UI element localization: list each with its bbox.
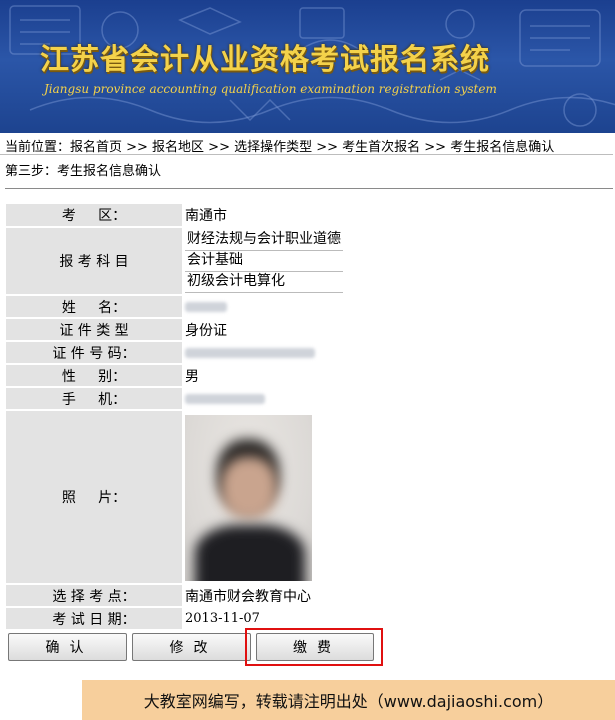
exam-site-label: 选 择 考 点：	[6, 585, 182, 606]
step-title: 第三步：考生报名信息确认	[5, 164, 162, 179]
id-number-label: 证 件 号 码：	[6, 342, 182, 363]
confirm-button[interactable]: 确认	[8, 633, 127, 661]
registration-info-table: 考 区： 南通市 报 考 科 目 财经法规与会计职业道德 会计基础 初级会计电算…	[6, 204, 613, 631]
exam-site-value: 南通市财会教育中心	[182, 585, 613, 606]
name-label: 姓 名：	[6, 296, 182, 317]
phone-label: 手 机：	[6, 388, 182, 409]
subjects-label: 报 考 科 目	[6, 228, 182, 294]
area-value: 南通市	[182, 204, 613, 226]
row-subjects: 报 考 科 目 财经法规与会计职业道德 会计基础 初级会计电算化	[6, 228, 613, 294]
subject-item: 初级会计电算化	[185, 272, 343, 293]
row-id-type: 证 件 类 型 身份证	[6, 319, 613, 340]
id-number-value-redacted	[182, 342, 613, 363]
row-phone: 手 机：	[6, 388, 613, 409]
id-type-label: 证 件 类 型	[6, 319, 182, 340]
modify-button[interactable]: 修改	[132, 633, 251, 661]
id-type-value: 身份证	[182, 319, 613, 340]
exam-date-value: 2013-11-07	[182, 608, 613, 629]
row-name: 姓 名：	[6, 296, 613, 317]
pay-highlight-box	[245, 628, 383, 666]
gender-label: 性 别：	[6, 365, 182, 386]
row-exam-date: 考 试 日 期： 2013-11-07	[6, 608, 613, 629]
subjects-list: 财经法规与会计职业道德 会计基础 初级会计电算化	[182, 228, 613, 294]
area-label: 考 区：	[6, 204, 182, 226]
header-banner: 江苏省会计从业资格考试报名系统 Jiangsu province account…	[0, 0, 615, 133]
breadcrumb: 当前位置：报名首页 >> 报名地区 >> 选择操作类型 >> 考生首次报名 >>…	[5, 140, 555, 155]
breadcrumb-divider	[0, 154, 613, 155]
photo-label: 照 片：	[6, 411, 182, 583]
step-divider	[5, 188, 613, 189]
subject-item: 财经法规与会计职业道德	[185, 230, 343, 251]
banner-title: 江苏省会计从业资格考试报名系统	[40, 42, 491, 76]
banner-subtitle: Jiangsu province accounting qualificatio…	[44, 82, 497, 96]
row-photo: 照 片：	[6, 411, 613, 583]
phone-value-redacted	[182, 388, 613, 409]
subject-item: 会计基础	[185, 251, 343, 272]
row-id-number: 证 件 号 码：	[6, 342, 613, 363]
name-value-redacted	[182, 296, 613, 317]
watermark-caption: 大教室网编写，转载请注明出处（www.dajiaoshi.com）	[82, 680, 615, 720]
applicant-photo	[185, 415, 312, 581]
gender-value: 男	[182, 365, 613, 386]
exam-date-label: 考 试 日 期：	[6, 608, 182, 629]
row-area: 考 区： 南通市	[6, 204, 613, 226]
row-gender: 性 别： 男	[6, 365, 613, 386]
row-exam-site: 选 择 考 点： 南通市财会教育中心	[6, 585, 613, 606]
